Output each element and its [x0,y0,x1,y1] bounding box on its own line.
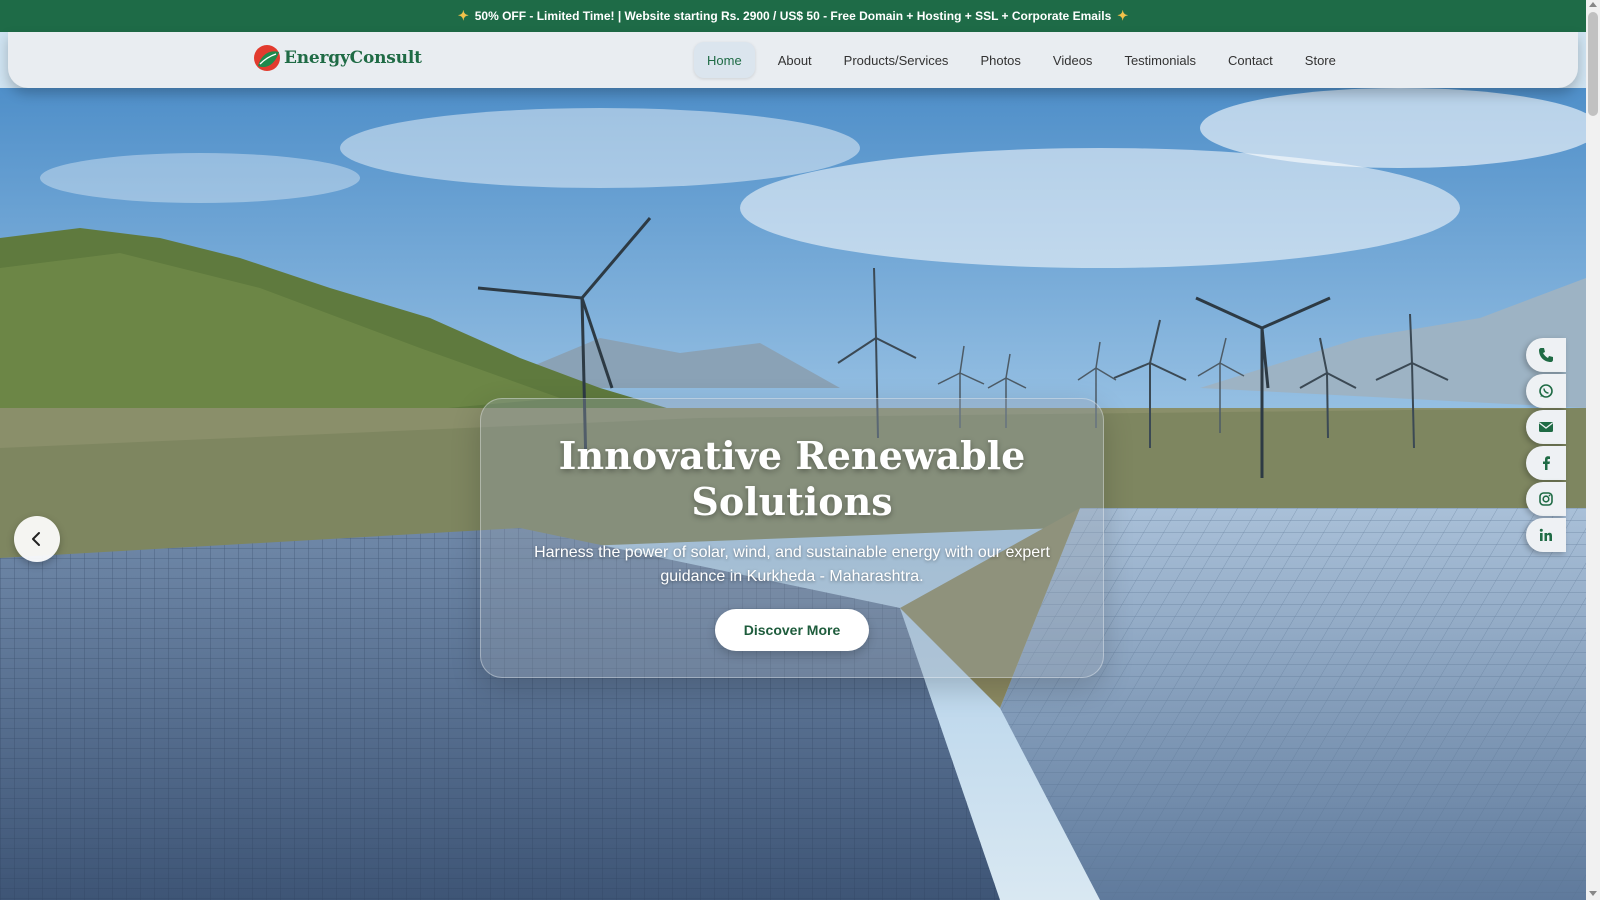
envelope-icon [1539,422,1553,432]
discover-more-button[interactable]: Discover More [714,609,870,651]
nav-store[interactable]: Store [1289,42,1352,78]
linkedin-icon [1539,528,1552,541]
page-scrollbar[interactable] [1586,0,1600,900]
main-nav: Home About Products/Services Photos Vide… [694,42,1352,78]
scrollbar-thumb[interactable] [1588,12,1598,116]
hero-slider: Innovative Renewable Solutions Harness t… [0,88,1586,900]
facebook-icon [1543,456,1550,470]
slider-prev-button[interactable] [14,516,60,562]
leaf-logo-icon [254,45,280,71]
floating-contact-bar [1526,338,1566,554]
hero-title: Innovative Renewable Solutions [558,433,1026,524]
party-popper-icon: ✦ [457,8,469,23]
nav-home[interactable]: Home [694,42,755,78]
chevron-left-icon [32,532,40,546]
phone-button[interactable] [1526,338,1566,372]
instagram-button[interactable] [1526,482,1566,516]
hero-content-card: Innovative Renewable Solutions Harness t… [480,398,1104,678]
scroll-up-arrow-icon[interactable] [1589,2,1597,7]
nav-about[interactable]: About [762,42,828,78]
phone-icon [1539,348,1553,362]
instagram-icon [1539,492,1553,506]
logo[interactable]: EnergyConsult [252,42,422,74]
promo-banner: ✦ 50% OFF - Limited Time! | Website star… [0,0,1586,32]
party-popper-icon: ✦ [1117,8,1129,23]
nav-videos[interactable]: Videos [1037,42,1109,78]
whatsapp-icon [1539,384,1553,398]
whatsapp-button[interactable] [1526,374,1566,408]
email-button[interactable] [1526,410,1566,444]
site-header: EnergyConsult Home About Products/Servic… [8,32,1578,88]
nav-products-services[interactable]: Products/Services [828,42,965,78]
nav-photos[interactable]: Photos [964,42,1036,78]
nav-testimonials[interactable]: Testimonials [1108,42,1212,78]
scroll-down-arrow-icon[interactable] [1589,891,1597,896]
promo-text: 50% OFF - Limited Time! | Website starti… [474,9,1112,23]
facebook-button[interactable] [1526,446,1566,480]
linkedin-button[interactable] [1526,518,1566,552]
nav-contact[interactable]: Contact [1212,42,1289,78]
brand-name: EnergyConsult [284,48,422,68]
hero-subtitle: Harness the power of solar, wind, and su… [534,544,1050,585]
